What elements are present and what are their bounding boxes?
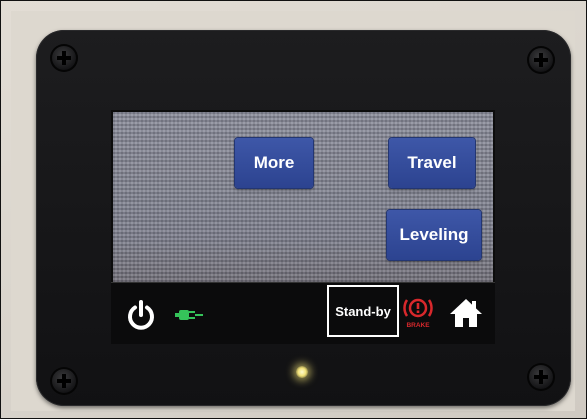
travel-button[interactable]: Travel: [389, 138, 475, 188]
plug-icon: [175, 310, 203, 320]
screw-icon: [527, 46, 555, 74]
screw-icon: [50, 367, 78, 395]
brake-label: BRAKE: [406, 322, 430, 329]
status-led: [296, 366, 308, 378]
more-button[interactable]: More: [235, 138, 313, 188]
status-bar: Stand-by BRAKE: [111, 282, 495, 344]
home-icon[interactable]: [449, 297, 483, 329]
touchscreen-display: More Travel Leveling Stand-by BRAKE: [111, 110, 495, 344]
brake-warning-icon: BRAKE: [403, 298, 433, 329]
standby-status[interactable]: Stand-by: [327, 285, 399, 337]
power-icon[interactable]: [125, 299, 157, 331]
screw-icon: [50, 44, 78, 72]
screw-icon: [527, 363, 555, 391]
leveling-button[interactable]: Leveling: [387, 210, 481, 260]
